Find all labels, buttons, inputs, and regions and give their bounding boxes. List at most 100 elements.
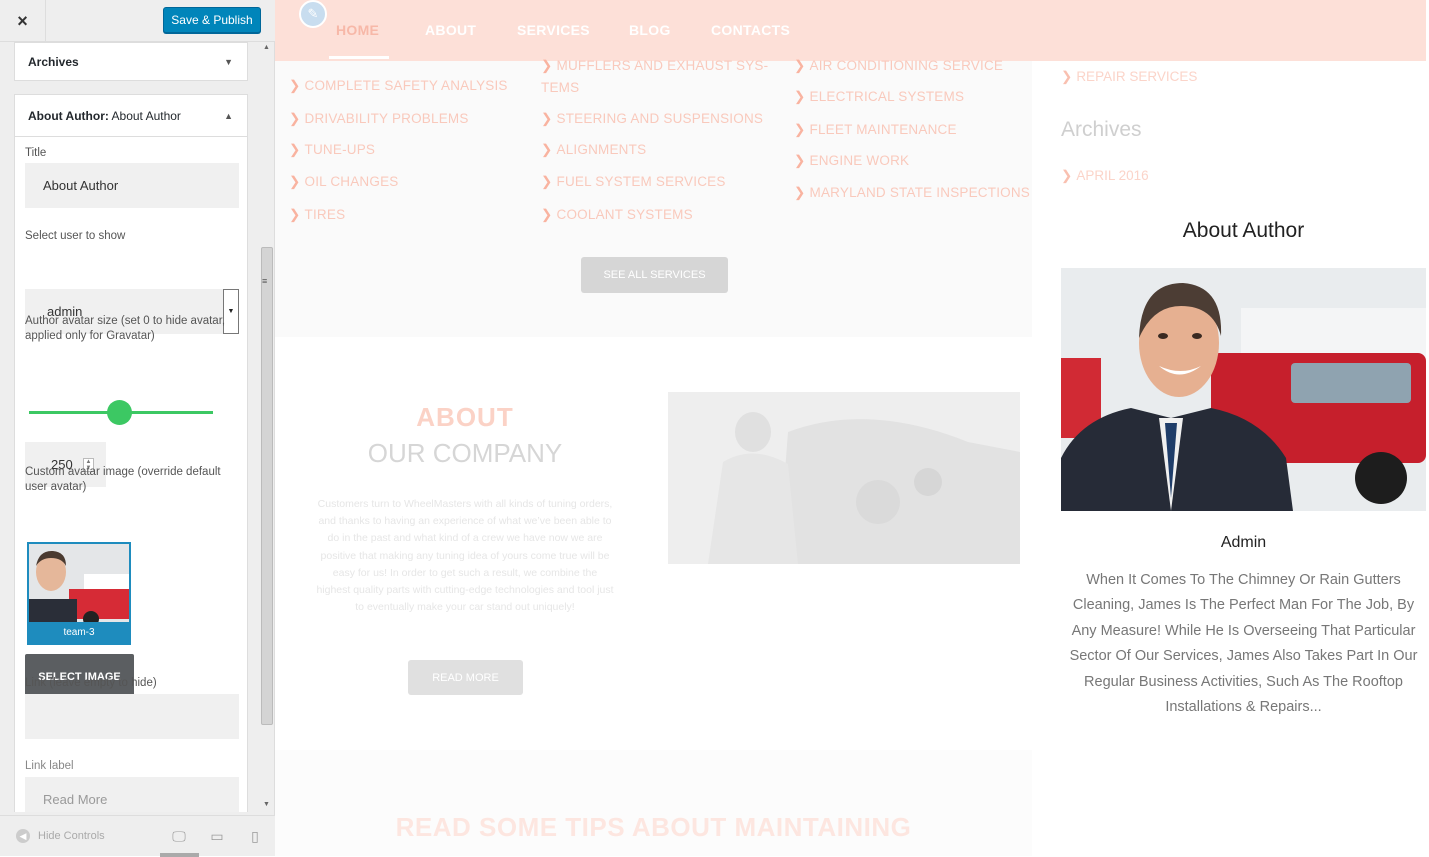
service-label: STEERING AND SUSPENSIONS — [556, 111, 764, 126]
service-label: COOLANT SYSTEMS — [556, 207, 693, 222]
about-subheading: OUR COMPANY — [367, 438, 563, 468]
link-text-label: Link label — [25, 760, 74, 772]
nav-active-underline — [329, 56, 389, 59]
chevron-right-icon: ❯ — [1061, 168, 1073, 183]
link-label: Link (leave empty to hide) — [25, 677, 157, 689]
custom-avatar-label: Custom avatar image (override default us… — [25, 466, 221, 493]
service-link[interactable]: ❯ AIR CONDITIONING SERVICE — [794, 58, 1003, 74]
archive-april-link[interactable]: ❯ APRIL 2016 — [1061, 168, 1149, 184]
panel-footer: ◀ Hide Controls 🖵 ▭ ▯ — [0, 815, 275, 857]
scroll-up-arrow-icon[interactable]: ▲ — [263, 44, 270, 51]
active-device-indicator — [160, 853, 199, 857]
customizer-panel: × Save & Publish Archives ▼ About Author… — [0, 0, 275, 857]
panel-header: × Save & Publish — [0, 0, 275, 42]
scroll-down-arrow-icon[interactable]: ▼ — [263, 801, 270, 808]
read-more-button[interactable]: READ MORE — [408, 660, 523, 695]
title-input[interactable]: About Author — [25, 163, 239, 208]
chevron-right-icon: ❯ — [541, 142, 553, 157]
service-link[interactable]: ❯ TUNE-UPS — [289, 142, 375, 158]
author-photo — [1061, 268, 1426, 511]
site-header: ✎ HOME ABOUT SERVICES BLOG CONTACTS — [275, 0, 1426, 61]
avatar-size-label: Author avatar size (set 0 to hide avatar… — [25, 315, 226, 342]
avatar-size-slider-handle[interactable] — [106, 400, 132, 425]
chevron-right-icon: ❯ — [794, 89, 806, 104]
caret-up-icon: ▲ — [224, 110, 233, 121]
nav-blog[interactable]: BLOG — [629, 22, 671, 38]
panel-scrollbar[interactable]: ▲ ≡ ▼ — [260, 42, 274, 812]
collapse-arrow-icon: ◀ — [16, 829, 30, 843]
service-link[interactable]: ❯ ALIGNMENTS — [541, 142, 646, 158]
tablet-icon[interactable]: ▭ — [209, 828, 225, 845]
mobile-icon[interactable]: ▯ — [247, 828, 263, 845]
tips-heading: READ SOME TIPS ABOUT MAINTAINING — [395, 812, 912, 842]
avatar-image-thumbnail[interactable]: team-3 — [27, 542, 131, 645]
service-link[interactable]: ❯ MUFFLERS AND EXHAUST SYS- — [541, 58, 768, 74]
pencil-edit-icon[interactable]: ✎ — [299, 0, 327, 28]
archive-april-label: APRIL 2016 — [1076, 168, 1149, 183]
scrollbar-thumb[interactable] — [261, 247, 273, 725]
service-label: MUFFLERS AND EXHAUST SYS- — [556, 58, 769, 73]
services-section: ❯ COMPLETE SAFETY ANALYSIS ❯ DRIVABILITY P… — [275, 58, 1032, 337]
save-publish-button[interactable]: Save & Publish — [163, 7, 261, 33]
chevron-right-icon: ❯ — [289, 111, 301, 126]
desktop-icon[interactable]: 🖵 — [171, 828, 187, 845]
chevron-right-icon: ❯ — [289, 142, 301, 157]
avatar-filename: team-3 — [29, 622, 129, 643]
panel-scroll-area: Archives ▼ About Author: About Author ▲ … — [0, 42, 260, 812]
service-link[interactable]: ❯ FLEET MAINTENANCE — [794, 122, 957, 138]
select-user-label: Select user to show — [25, 230, 126, 242]
service-link[interactable]: ❯ TIRES — [289, 207, 345, 223]
repair-services-label: REPAIR SERVICES — [1076, 69, 1198, 84]
service-label: AIR CONDITIONING SERVICE — [809, 58, 1004, 73]
service-link[interactable]: ❯ COMPLETE SAFETY ANALYSIS — [289, 78, 508, 94]
mechanic-photo — [668, 392, 1020, 564]
service-link[interactable]: ❯ ENGINE WORK — [794, 153, 909, 169]
widget-title-bold: About Author: — [28, 108, 109, 123]
service-link[interactable]: ❯ MARYLAND STATE INSPECTIONS — [794, 185, 1030, 201]
chevron-right-icon: ❯ — [541, 174, 553, 189]
archives-heading: Archives — [1061, 118, 1142, 141]
about-author-widget-header[interactable]: About Author: About Author ▲ — [14, 94, 248, 137]
service-label: COMPLETE SAFETY ANALYSIS — [304, 78, 508, 93]
chevron-right-icon: ❯ — [289, 174, 301, 189]
link-input[interactable] — [25, 694, 239, 739]
repair-services-link[interactable]: ❯ REPAIR SERVICES — [1061, 69, 1197, 85]
service-link[interactable]: ❯ DRIVABILITY PROBLEMS — [289, 111, 469, 127]
service-label: TIRES — [304, 207, 346, 222]
service-link[interactable]: ❯ OIL CHANGES — [289, 174, 399, 190]
chevron-right-icon: ❯ — [289, 207, 301, 222]
link-text-input[interactable]: Read More — [25, 777, 239, 812]
service-label: ENGINE WORK — [809, 153, 910, 168]
caret-down-icon: ▼ — [224, 56, 233, 67]
nav-home[interactable]: HOME — [336, 22, 379, 38]
author-name: Admin — [1220, 534, 1267, 551]
service-label: ELECTRICAL SYSTEMS — [809, 89, 965, 104]
see-all-services-button[interactable]: SEE ALL SERVICES — [581, 257, 728, 293]
service-link[interactable]: ❯ STEERING AND SUSPENSIONS — [541, 111, 763, 127]
about-author-widget-form: Title About Author Select user to show a… — [14, 137, 248, 812]
about-author-heading: About Author — [1182, 219, 1305, 242]
service-link[interactable]: ❯ COOLANT SYSTEMS — [541, 207, 693, 223]
service-link[interactable]: ❯ FUEL SYSTEM SERVICES — [541, 174, 726, 190]
widget-title-name: About Author — [108, 108, 181, 123]
hide-controls-button[interactable]: ◀ Hide Controls — [16, 829, 105, 843]
chevron-right-icon: ❯ — [794, 122, 806, 137]
archives-section-label: Archives — [28, 54, 79, 69]
smiling-man-cars-image — [1061, 268, 1426, 511]
service-label: FUEL SYSTEM SERVICES — [556, 174, 726, 189]
close-icon[interactable]: × — [0, 0, 46, 42]
service-label: OIL CHANGES — [304, 174, 399, 189]
chevron-right-icon: ❯ — [541, 58, 553, 73]
archives-section-header[interactable]: Archives ▼ — [14, 42, 248, 81]
chevron-right-icon: ❯ — [541, 111, 553, 126]
service-label: MARYLAND STATE INSPECTIONS — [809, 185, 1031, 200]
nav-contacts[interactable]: CONTACTS — [711, 22, 790, 38]
nav-about[interactable]: ABOUT — [425, 22, 476, 38]
author-bio: When It Comes To The Chimney Or Rain Gut… — [1069, 572, 1418, 716]
nav-services[interactable]: SERVICES — [517, 22, 590, 38]
title-label: Title — [25, 147, 47, 159]
service-label: TUNE-UPS — [304, 142, 376, 157]
chevron-right-icon: ❯ — [289, 78, 301, 93]
service-label-continued[interactable]: TEMS — [541, 80, 579, 95]
service-link[interactable]: ❯ ELECTRICAL SYSTEMS — [794, 89, 964, 105]
